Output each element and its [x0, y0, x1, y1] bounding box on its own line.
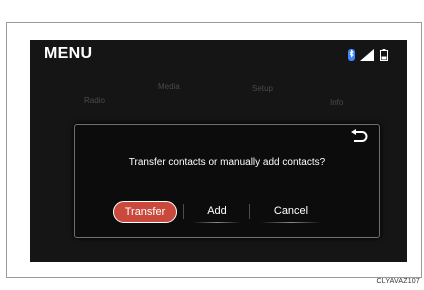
button-underline [261, 222, 321, 223]
bluetooth-icon [348, 49, 355, 61]
signal-icon [360, 49, 374, 61]
back-arrow-icon [351, 129, 368, 142]
button-underline [193, 222, 241, 223]
battery-icon [380, 49, 388, 61]
status-bar [347, 49, 397, 61]
dialog-button-row: Transfer Add Cancel [113, 201, 341, 223]
background-menu: Radio Media Setup Info [30, 82, 407, 130]
button-divider [249, 204, 250, 219]
transfer-button[interactable]: Transfer [113, 201, 177, 223]
dialog-prompt: Transfer contacts or manually add contac… [128, 157, 326, 168]
figure-code: CLYAVAZ107 [376, 278, 420, 285]
back-button[interactable] [349, 129, 369, 145]
menu-title: MENU [44, 45, 93, 62]
bg-menu-item: Setup [252, 84, 273, 93]
cancel-button[interactable]: Cancel [255, 201, 327, 221]
bg-menu-item: Info [330, 98, 344, 107]
button-divider [183, 204, 184, 219]
add-button[interactable]: Add [189, 201, 245, 221]
bg-menu-item: Media [158, 82, 180, 91]
transfer-dialog: Transfer contacts or manually add contac… [74, 124, 380, 238]
display-screen: MENU Radio Media Setup Info Transfer con… [30, 40, 407, 262]
bg-menu-item: Radio [84, 96, 105, 105]
